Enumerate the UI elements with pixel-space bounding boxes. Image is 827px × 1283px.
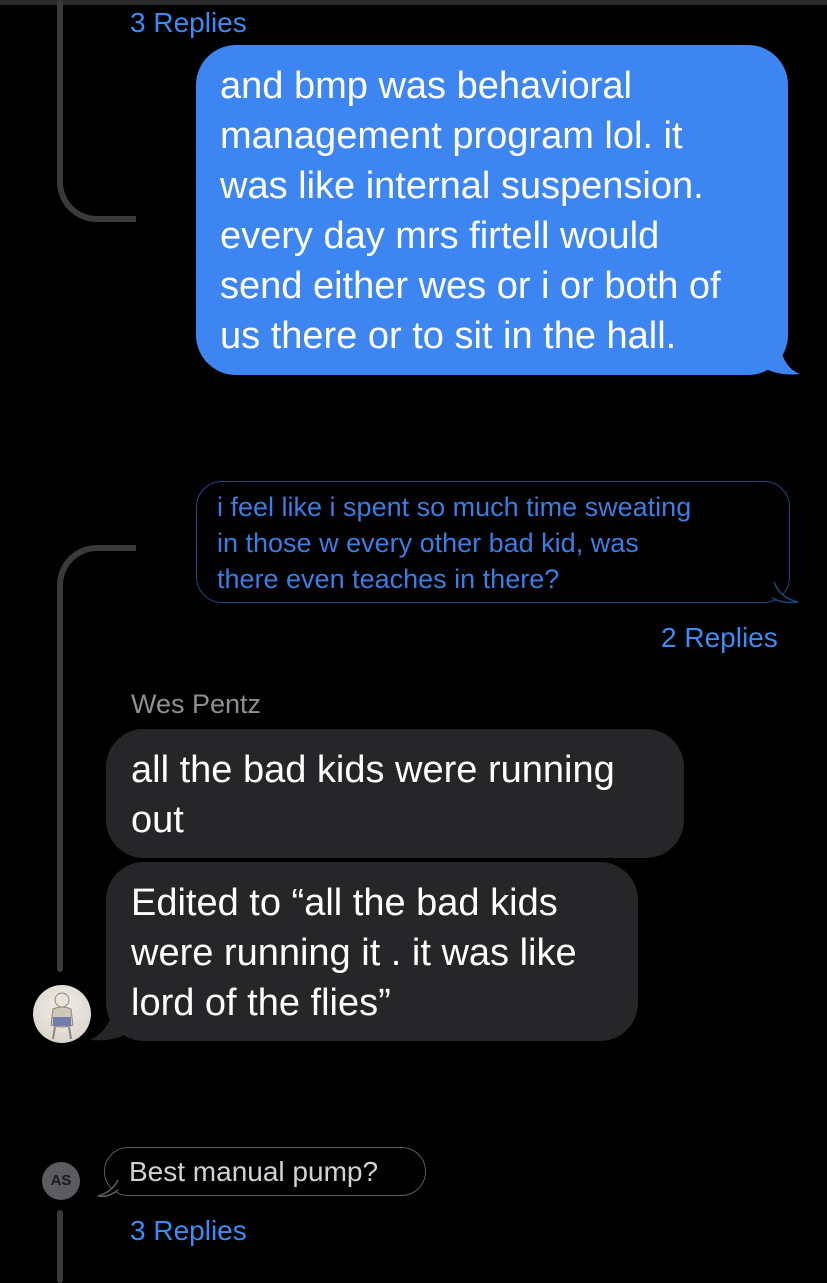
thread-line — [57, 1210, 63, 1283]
avatar-initials[interactable]: AS — [42, 1162, 80, 1200]
received-message-bubble[interactable]: Edited to “all the bad kids were running… — [106, 862, 638, 1041]
thread-preview-bubble[interactable]: Best manual pump? — [104, 1147, 426, 1196]
message-line: all the bad kids were running — [131, 749, 615, 791]
top-edge-bar — [0, 0, 827, 5]
message-line: management program lol. it — [220, 115, 683, 157]
replies-link-bottom[interactable]: 3 Replies — [130, 1214, 247, 1248]
quoted-message-bubble[interactable]: i feel like i spent so much time sweatin… — [196, 481, 790, 603]
message-line: us there or to sit in the hall. — [220, 315, 677, 357]
message-line: were running it . it was like — [131, 932, 577, 974]
sent-message-bubble[interactable]: and bmp was behavioral management progra… — [196, 45, 788, 375]
thread-line — [57, 595, 63, 972]
avatar[interactable] — [33, 985, 91, 1043]
message-line: was like internal suspension. — [220, 165, 704, 207]
message-line: Edited to “all the bad kids — [131, 882, 558, 924]
quoted-line: there even teaches in there? — [217, 564, 560, 594]
replies-link-top[interactable]: 3 Replies — [130, 6, 247, 40]
message-line: send either wes or i or both of — [220, 265, 721, 307]
bubble-tail-icon — [97, 1179, 119, 1198]
profile-photo-icon — [50, 992, 74, 1040]
thread-curve — [57, 150, 136, 222]
received-message-bubble[interactable]: all the bad kids were running out — [106, 729, 684, 858]
message-line: every day mrs firtell would — [220, 215, 660, 257]
message-line: out — [131, 799, 184, 841]
message-line: lord of the flies” — [131, 982, 391, 1024]
bubble-tail-icon — [90, 1008, 130, 1041]
quoted-line: i feel like i spent so much time sweatin… — [217, 492, 692, 522]
thread-line — [57, 0, 63, 165]
bubble-tail-icon — [772, 582, 799, 604]
quoted-line: in those w every other bad kid, was — [217, 528, 639, 558]
message-line: and bmp was behavioral — [220, 65, 632, 107]
thread-curve — [57, 545, 136, 611]
bubble-tail-icon — [760, 346, 800, 375]
sender-name: Wes Pentz — [131, 689, 262, 719]
replies-link-middle[interactable]: 2 Replies — [661, 621, 778, 655]
